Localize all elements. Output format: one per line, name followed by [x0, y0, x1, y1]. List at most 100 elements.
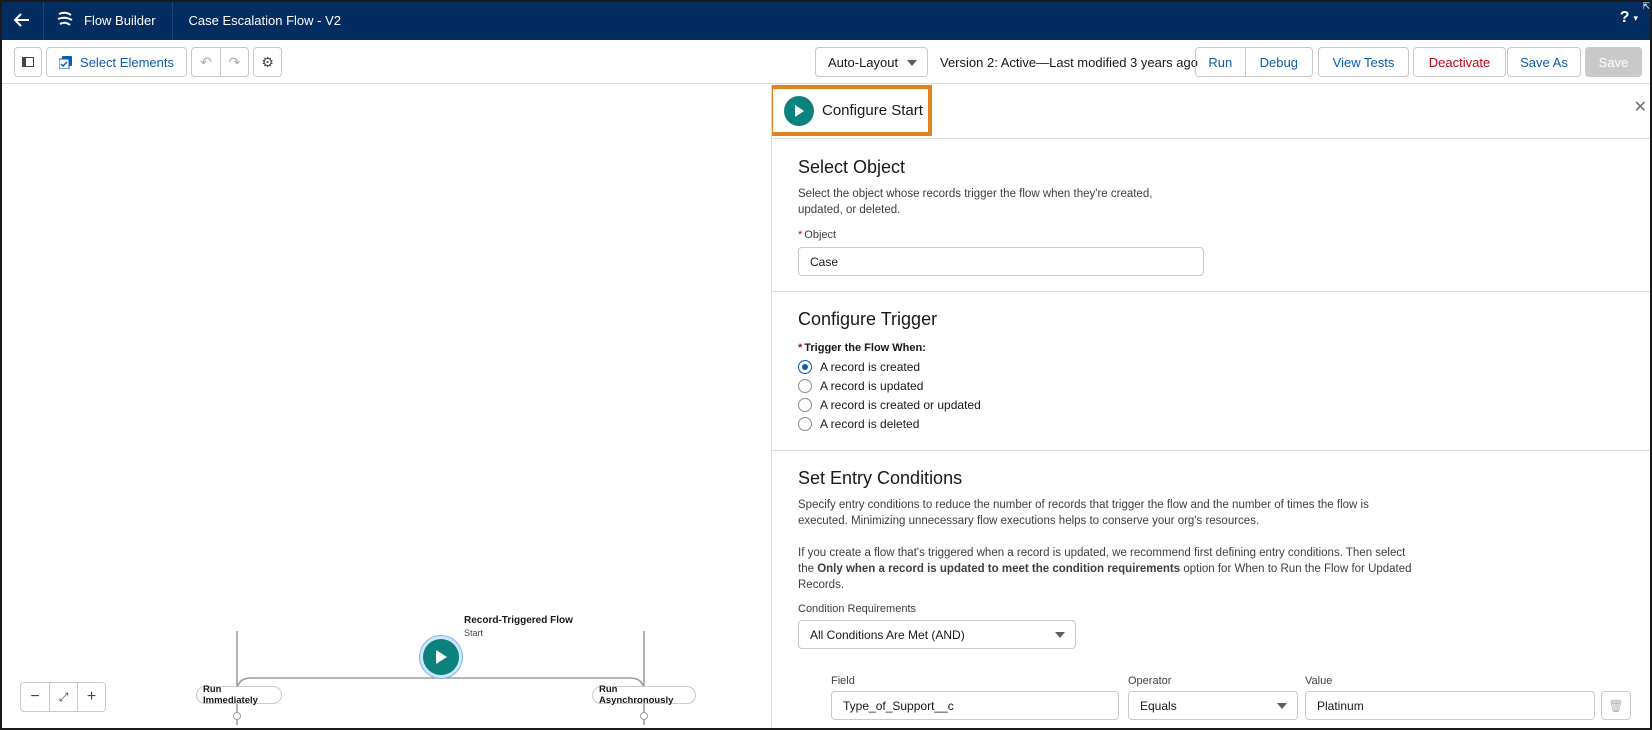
- entry-help-p2-line1: If you create a flow that's triggered wh…: [798, 547, 1406, 559]
- condition-field-input[interactable]: Type_of_Support__c: [831, 691, 1119, 720]
- panel-header: Configure Start ✕: [772, 85, 1652, 139]
- settings-button[interactable]: ⚙: [253, 47, 282, 77]
- flow-name: Case Escalation Flow - V2: [188, 12, 341, 28]
- trigger-option-label: A record is updated: [820, 379, 924, 393]
- object-field-label: * Object: [798, 229, 836, 241]
- configure-start-panel: Configure Start ✕ Select Object Select t…: [771, 85, 1652, 730]
- chevron-down-icon: [1055, 632, 1065, 638]
- start-icon: [784, 96, 814, 126]
- zoom-out-button[interactable]: −: [21, 683, 49, 711]
- toggle-panel-button[interactable]: [14, 47, 42, 77]
- required-marker: *: [798, 342, 803, 354]
- configure-trigger-section: Configure Trigger * Trigger the Flow When…: [772, 292, 1652, 451]
- play-icon: [795, 105, 804, 117]
- condition-value-input[interactable]: Platinum: [1305, 691, 1595, 720]
- configure-trigger-heading: Configure Trigger: [798, 309, 938, 329]
- select-object-heading: Select Object: [798, 157, 906, 177]
- zoom-in-button[interactable]: +: [77, 683, 105, 711]
- entry-conditions-section: Set Entry Conditions Specify entry condi…: [772, 451, 1652, 730]
- app-name: Flow Builder: [84, 12, 156, 28]
- chevron-down-icon: [907, 60, 917, 66]
- layout-select[interactable]: Auto-Layout: [815, 47, 928, 77]
- debug-button[interactable]: Debug: [1244, 48, 1312, 76]
- save-as-button[interactable]: Save As: [1507, 47, 1581, 77]
- layout-select-value: Auto-Layout: [828, 54, 899, 70]
- entry-help-p2-line3: Records.: [798, 579, 845, 591]
- start-node-title: Record-Triggered Flow: [464, 615, 573, 626]
- app-header: Flow Builder Case Escalation Flow - V2 ?…: [0, 0, 1652, 40]
- radio-unselected[interactable]: [798, 417, 812, 431]
- version-status: Version 2: Active—Last modified 3 years …: [940, 55, 1198, 70]
- condition-operator-value: Equals: [1140, 698, 1177, 713]
- window-corner-icon: ⇱: [1642, 1, 1650, 11]
- close-icon[interactable]: ✕: [1634, 97, 1647, 117]
- view-tests-button[interactable]: View Tests: [1318, 47, 1409, 77]
- radio-unselected[interactable]: [798, 379, 812, 393]
- operator-column-label: Operator: [1128, 675, 1172, 687]
- path-run-immediately[interactable]: Run Immediately: [196, 684, 282, 706]
- entry-help-p2-line2: the Only when a record is updated to mee…: [798, 561, 1412, 577]
- condition-requirements-label: Condition Requirements: [798, 603, 917, 615]
- trigger-option-created[interactable]: A record is created: [798, 360, 920, 374]
- start-node[interactable]: [420, 636, 462, 678]
- help-text-bold-segment: Only when a record is updated to meet th…: [817, 563, 1181, 575]
- help-text-segment: option for When to Run the Flow for Upda…: [1180, 563, 1412, 575]
- zoom-controls: − ⤢ +: [20, 682, 106, 712]
- panel-title: Configure Start: [822, 102, 923, 119]
- run-debug-group: Run Debug: [1195, 47, 1313, 77]
- arrow-left-icon: [13, 13, 29, 27]
- select-elements-icon: [59, 55, 73, 69]
- value-column-label: Value: [1305, 675, 1333, 687]
- select-object-help-line2: updated, or deleted.: [798, 204, 901, 216]
- radio-unselected[interactable]: [798, 398, 812, 412]
- condition-requirements-select[interactable]: All Conditions Are Met (AND): [798, 620, 1076, 649]
- flow-canvas[interactable]: Record-Triggered Flow Start Run Immediat…: [0, 85, 771, 730]
- entry-help-p1-line1: Specify entry conditions to reduce the n…: [798, 499, 1369, 511]
- gear-icon: ⚙: [261, 53, 274, 70]
- trigger-option-label: A record is created: [820, 360, 921, 374]
- radio-selected[interactable]: [798, 360, 812, 374]
- panel-toggle-icon: [22, 57, 34, 67]
- field-column-label: Field: [831, 675, 855, 687]
- object-input[interactable]: Case: [798, 247, 1204, 276]
- help-text-segment: the: [798, 563, 818, 575]
- help-menu[interactable]: ? ▾: [1620, 9, 1638, 27]
- deactivate-button[interactable]: Deactivate: [1413, 47, 1506, 77]
- trigger-option-updated[interactable]: A record is updated: [798, 379, 923, 393]
- expand-icon: ⤢: [58, 689, 69, 704]
- trigger-option-label: A record is created or updated: [820, 398, 981, 412]
- trigger-option-created-or-updated[interactable]: A record is created or updated: [798, 398, 981, 412]
- redo-icon: ↷: [228, 53, 241, 70]
- condition-requirements-value: All Conditions Are Met (AND): [810, 627, 965, 642]
- play-icon: [436, 650, 447, 664]
- toolbar: Select Elements ↶ ↷ ⚙ Auto-Layout Versio…: [0, 40, 1652, 84]
- delete-condition-button[interactable]: 🗑: [1601, 691, 1631, 720]
- trigger-label-text: Trigger the Flow When:: [804, 342, 926, 354]
- select-elements-label: Select Elements: [80, 54, 174, 70]
- undo-icon: ↶: [200, 53, 212, 70]
- flow-connectors: [233, 631, 648, 725]
- fit-view-button[interactable]: ⤢: [49, 683, 77, 711]
- condition-operator-select[interactable]: Equals: [1128, 691, 1298, 720]
- undo-redo-group: ↶ ↷: [191, 47, 249, 77]
- run-button[interactable]: Run: [1196, 48, 1245, 76]
- path-run-asynchronously[interactable]: Run Asynchronously: [592, 684, 696, 706]
- trigger-option-deleted[interactable]: A record is deleted: [798, 417, 919, 431]
- object-label-text: Object: [804, 229, 837, 241]
- entry-help-p1-line2: executed. Minimizing unnecessary flow ex…: [798, 515, 1260, 527]
- select-object-section: Select Object Select the object whose re…: [772, 139, 1652, 292]
- entry-conditions-heading: Set Entry Conditions: [798, 468, 963, 488]
- trigger-label: * Trigger the Flow When:: [798, 342, 926, 354]
- redo-button[interactable]: ↷: [220, 48, 248, 76]
- trigger-option-label: A record is deleted: [820, 417, 920, 431]
- select-elements-button[interactable]: Select Elements: [46, 47, 187, 77]
- required-marker: *: [798, 229, 803, 241]
- back-button[interactable]: [0, 0, 44, 40]
- select-object-help-line1: Select the object whose records trigger …: [798, 188, 1153, 200]
- flow-builder-brand: Flow Builder: [44, 0, 173, 40]
- save-button[interactable]: Save: [1585, 47, 1642, 77]
- undo-button[interactable]: ↶: [192, 48, 220, 76]
- help-icon: ?: [1619, 9, 1630, 26]
- start-node-subtitle: Start: [464, 628, 484, 638]
- flow-builder-icon: [57, 11, 73, 26]
